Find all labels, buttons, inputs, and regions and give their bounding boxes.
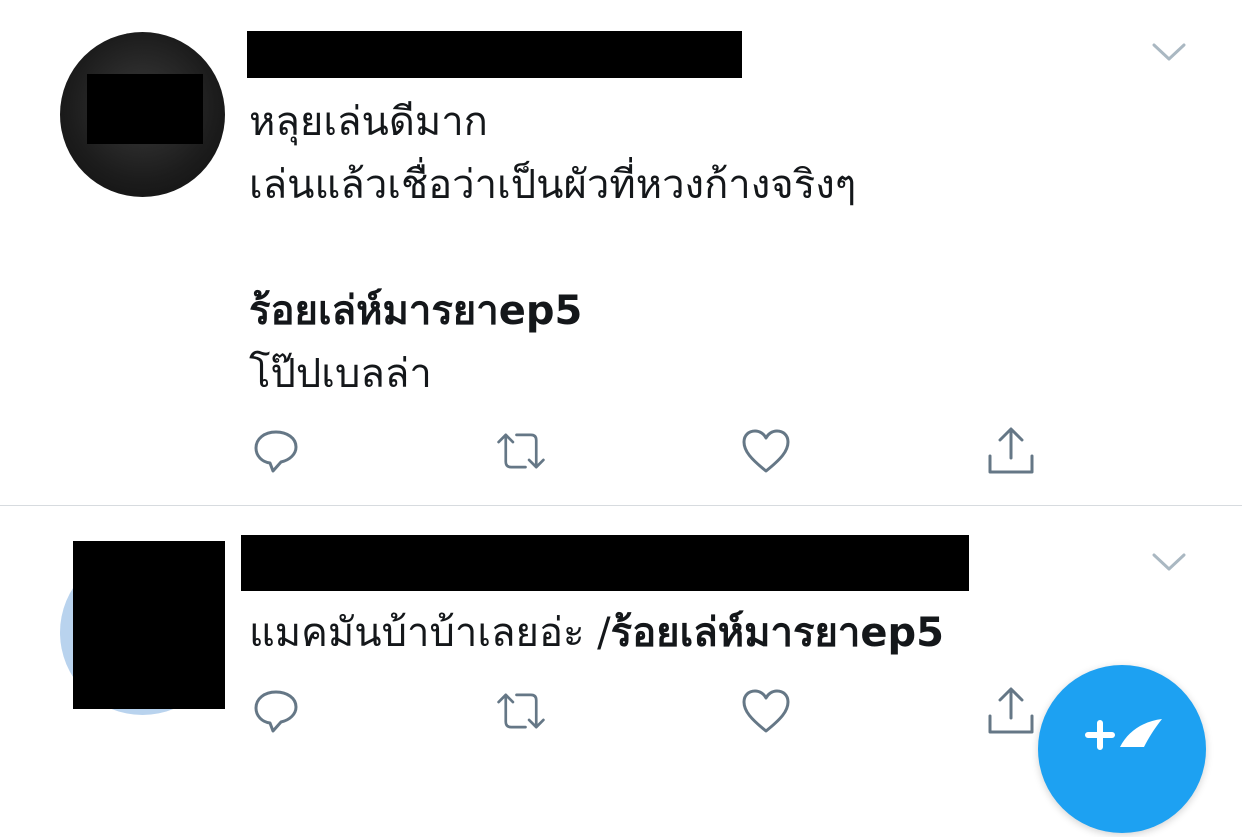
reply-button[interactable] bbox=[250, 426, 302, 476]
avatar-redaction bbox=[73, 541, 225, 709]
reply-icon bbox=[254, 430, 298, 473]
tweet-actions bbox=[250, 686, 1050, 736]
like-button[interactable] bbox=[740, 686, 792, 736]
chevron-down-icon[interactable] bbox=[1152, 551, 1186, 573]
tweet-body: หลุยเล่นดีมากเล่นแล้วเชื่อว่าเป็นผัวที่ห… bbox=[249, 91, 856, 406]
retweet-button[interactable] bbox=[495, 686, 547, 736]
tweet-1[interactable]: หลุยเล่นดีมากเล่นแล้วเชื่อว่าเป็นผัวที่ห… bbox=[0, 0, 1242, 505]
tweet-line: แมคมันบ้าบ้าเลยอ่ะ / bbox=[249, 610, 611, 656]
compose-tweet-button[interactable] bbox=[1038, 665, 1206, 833]
tweet-line bbox=[249, 217, 856, 280]
retweet-button[interactable] bbox=[495, 426, 547, 476]
tweet-line: เล่นแล้วเชื่อว่าเป็นผัวที่หวงก้างจริงๆ bbox=[249, 162, 857, 208]
hashtag-link[interactable]: ร้อยเล่ห์มารยาep5 bbox=[249, 280, 856, 343]
like-button[interactable] bbox=[740, 426, 792, 476]
heart-icon bbox=[742, 429, 790, 473]
author-name-redaction bbox=[241, 535, 969, 591]
share-button[interactable] bbox=[985, 426, 1037, 476]
share-icon bbox=[988, 427, 1034, 474]
avatar-redaction bbox=[87, 74, 203, 144]
tweet-line: โป๊ปเบลล่า bbox=[249, 351, 432, 397]
author-name-redaction bbox=[247, 31, 742, 78]
tweet-line: หลุยเล่นดีมาก bbox=[249, 99, 488, 145]
compose-tweet-icon bbox=[1085, 719, 1162, 750]
retweet-icon bbox=[497, 433, 545, 469]
share-button[interactable] bbox=[985, 686, 1037, 736]
reply-button[interactable] bbox=[250, 686, 302, 736]
tweet-body: แมคมันบ้าบ้าเลยอ่ะ /ร้อยเล่ห์มารยาep5 bbox=[249, 602, 944, 665]
tweet-actions bbox=[250, 426, 1050, 476]
retweet-icon bbox=[497, 693, 545, 729]
share-icon bbox=[988, 687, 1034, 734]
heart-icon bbox=[742, 689, 790, 733]
chevron-down-icon[interactable] bbox=[1152, 41, 1186, 63]
reply-icon bbox=[254, 690, 298, 733]
hashtag-link[interactable]: ร้อยเล่ห์มารยาep5 bbox=[611, 610, 944, 656]
